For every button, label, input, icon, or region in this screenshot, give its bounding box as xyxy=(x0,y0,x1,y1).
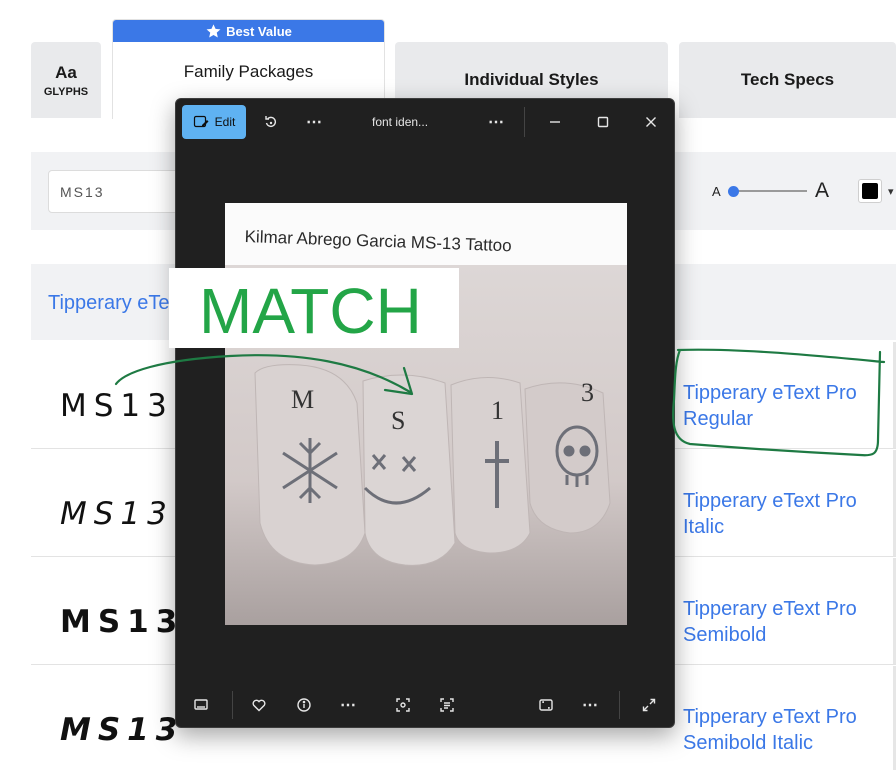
titlebar-divider xyxy=(524,107,525,137)
style-name-line2: Semibold xyxy=(683,624,767,646)
star-icon xyxy=(206,23,221,37)
style-name-link[interactable]: Tipperary eText Pro Semibold Italic xyxy=(683,704,893,756)
svg-text:M: M xyxy=(291,385,314,414)
title-more-icon[interactable]: ⋯ xyxy=(485,111,507,133)
family-packages-label: Family Packages xyxy=(183,62,314,81)
screen: Aa GLYPHS Best Value Family Packages Ind… xyxy=(0,0,896,770)
style-sample: MS13 xyxy=(60,604,185,640)
rotate-icon[interactable] xyxy=(260,111,282,133)
svg-text:3: 3 xyxy=(581,378,594,407)
size-large-label: A xyxy=(815,179,830,202)
edit-label: Edit xyxy=(214,115,236,129)
svg-text:1: 1 xyxy=(491,396,504,425)
style-name-line1: Tipperary eText Pro xyxy=(683,706,857,728)
style-name-line1: Tipperary eText Pro xyxy=(683,382,857,404)
fit-to-window-icon[interactable] xyxy=(535,694,557,716)
style-name-link[interactable]: Tipperary eText Pro Italic xyxy=(683,488,893,540)
best-value-label: Best Value xyxy=(226,23,292,39)
style-name-line2: Semibold Italic xyxy=(683,732,814,754)
close-icon[interactable] xyxy=(640,111,662,133)
match-annotation: MATCH xyxy=(169,268,459,348)
svg-text:S: S xyxy=(391,406,405,435)
zoom-more-icon[interactable]: ⋯ xyxy=(579,694,601,716)
tech-specs-label: Tech Specs xyxy=(740,70,835,89)
glyphs-label: GLYPHS xyxy=(43,85,89,98)
toolbar-divider xyxy=(232,691,233,719)
maximize-icon[interactable] xyxy=(592,111,614,133)
edit-button[interactable]: Edit xyxy=(182,105,246,139)
edit-image-icon xyxy=(193,115,209,128)
style-sample: MS13 xyxy=(60,496,174,532)
glyphs-aa-text: Aa xyxy=(55,62,77,82)
toolbar-divider xyxy=(619,691,620,719)
hand-image: M S 1 3 xyxy=(225,203,627,625)
text-color-picker[interactable] xyxy=(858,179,882,203)
minimize-icon[interactable] xyxy=(544,111,566,133)
size-small-label: A xyxy=(712,184,721,199)
tattoo-photo: M S 1 3 Kilmar Abrego Garcia MS-13 Tatto… xyxy=(225,203,627,625)
style-name-link[interactable]: Tipperary eText Pro Semibold xyxy=(683,596,893,648)
fullscreen-icon[interactable] xyxy=(638,694,660,716)
color-swatch-fill xyxy=(862,183,878,199)
heart-icon[interactable] xyxy=(248,694,270,716)
more-options-icon[interactable]: ⋯ xyxy=(303,111,325,133)
match-label: MATCH xyxy=(199,275,422,347)
individual-styles-label: Individual Styles xyxy=(464,70,599,89)
size-slider-track[interactable] xyxy=(729,190,807,192)
photo-viewer-window: Edit ⋯ font iden... ⋯ M S 1 3 Kilmar Abr… xyxy=(175,98,675,728)
chevron-down-icon[interactable]: ▾ xyxy=(888,185,894,198)
style-name-line1: Tipperary eText Pro xyxy=(683,490,857,512)
size-slider-thumb[interactable] xyxy=(727,186,739,197)
best-value-badge: Best Value xyxy=(113,20,384,42)
style-name-line2: Italic xyxy=(683,516,725,538)
style-sample: MS13 xyxy=(60,712,185,748)
tab-glyphs[interactable]: Aa GLYPHS xyxy=(31,42,101,118)
info-icon[interactable] xyxy=(293,694,315,716)
viewer-file-title: font iden... xyxy=(372,115,429,129)
style-name-line1: Tipperary eText Pro xyxy=(683,598,857,620)
tab-tech-specs[interactable]: Tech Specs xyxy=(679,42,896,118)
scan-text-icon[interactable] xyxy=(436,694,458,716)
style-name-line2: Regular xyxy=(683,408,754,430)
more-options-icon[interactable]: ⋯ xyxy=(337,694,359,716)
style-name-link[interactable]: Tipperary eText Pro Regular xyxy=(683,380,893,432)
style-sample: MS13 xyxy=(60,388,174,424)
filmstrip-icon[interactable] xyxy=(190,694,212,716)
visual-search-icon[interactable] xyxy=(392,694,414,716)
